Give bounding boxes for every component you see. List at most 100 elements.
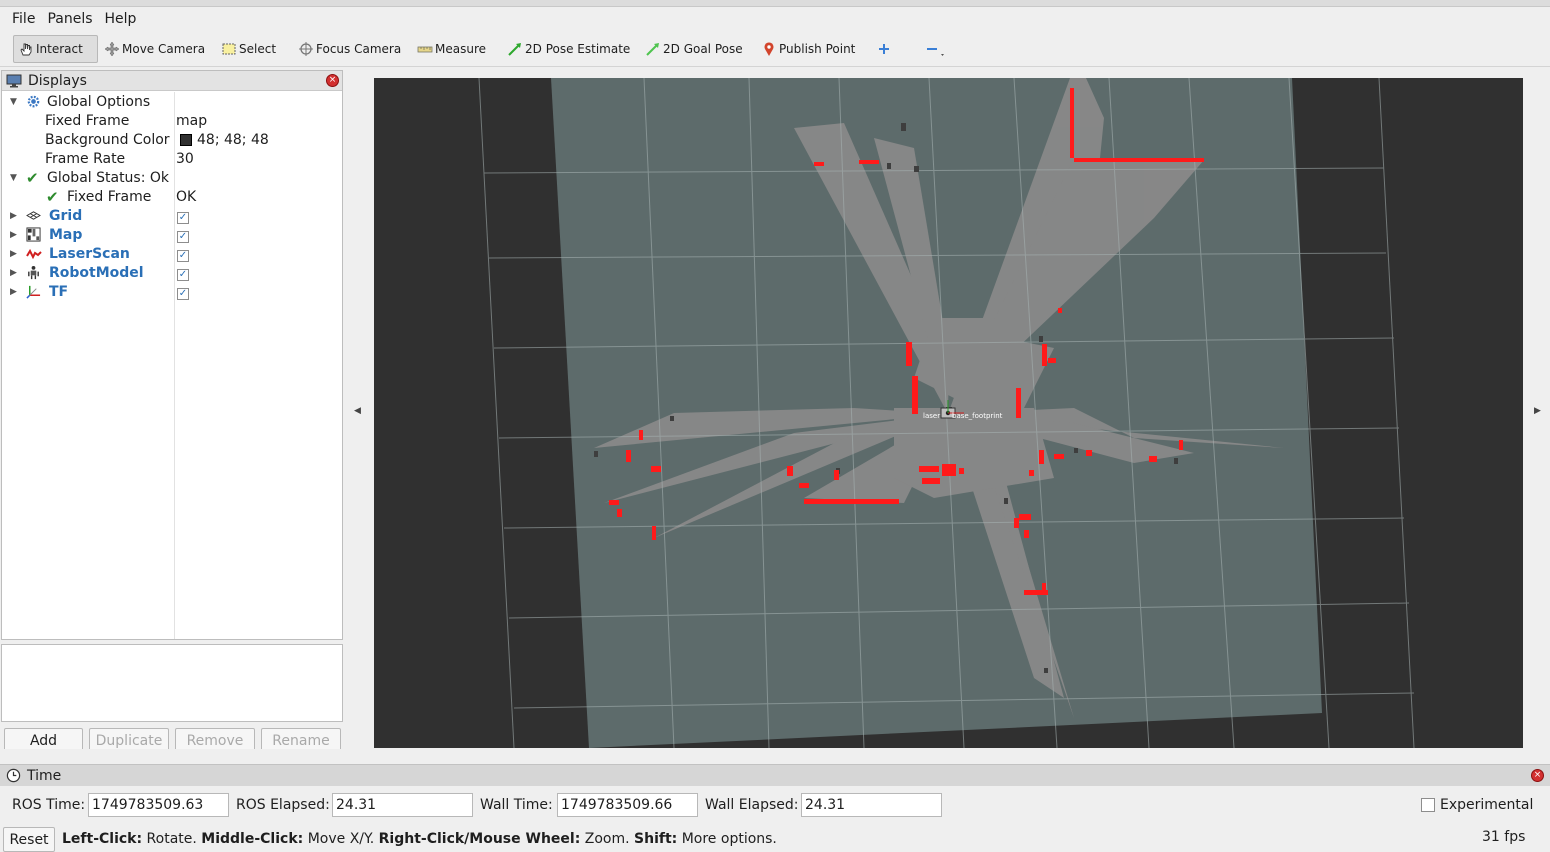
left-splitter[interactable]: ◀ (345, 70, 373, 760)
interact-tool-button[interactable]: Interact (13, 35, 98, 63)
menubar: File Panels Help (0, 7, 1550, 31)
move-camera-icon (104, 41, 120, 57)
select-label: Select (239, 42, 277, 56)
laserscan-label: LaserScan (49, 245, 130, 262)
collapse-arrow-icon[interactable]: ▶ (10, 268, 17, 278)
global-options-label: Global Options (47, 93, 151, 110)
grid-icon (26, 209, 41, 226)
display-item-map[interactable]: ▶ Map ✓ (2, 225, 342, 244)
menu-panels[interactable]: Panels (41, 11, 98, 27)
displays-panel: Displays × ▼ Global Options Fixed Frame … (1, 70, 343, 640)
tree-row-background-color[interactable]: Background Color 48; 48; 48 (2, 130, 342, 149)
display-item-laserscan[interactable]: ▶ LaserScan ✓ (2, 244, 342, 263)
green-arrow-icon (645, 41, 661, 57)
menu-file[interactable]: File (6, 11, 41, 27)
mouse-hint-text: Left-Click: Rotate. Middle-Click: Move X… (62, 831, 777, 847)
3d-viewport[interactable]: laser base_footprint (374, 78, 1523, 748)
select-tool-button[interactable]: Select (217, 35, 280, 63)
pose-estimate-label: 2D Pose Estimate (525, 42, 631, 56)
grid-label: Grid (49, 207, 83, 224)
status-fixed-frame-label: Fixed Frame (67, 188, 152, 205)
hint-right-click-text: Zoom. (580, 831, 635, 847)
laserscan-icon (26, 247, 42, 264)
display-item-tf[interactable]: ▶ TF ✓ (2, 282, 342, 301)
laserscan-checkbox[interactable]: ✓ (177, 246, 189, 262)
move-camera-tool-button[interactable]: Move Camera (100, 35, 209, 63)
select-icon (221, 41, 237, 57)
hint-right-click: Right-Click/Mouse Wheel: (378, 831, 581, 847)
collapse-left-icon[interactable]: ◀ (354, 406, 361, 416)
tf-checkbox[interactable]: ✓ (177, 284, 189, 300)
monitor-icon (6, 74, 22, 88)
map-checkbox[interactable]: ✓ (177, 227, 189, 243)
measure-tool-button[interactable]: Measure (413, 35, 490, 63)
experimental-checkbox[interactable] (1421, 798, 1435, 812)
ros-time-field[interactable]: 1749783509.63 (88, 793, 229, 817)
collapse-arrow-icon[interactable]: ▶ (10, 287, 17, 297)
property-description-box (1, 644, 343, 722)
right-splitter[interactable]: ▶ (1525, 70, 1550, 760)
pose-estimate-tool-button[interactable]: 2D Pose Estimate (503, 35, 634, 63)
grid-checkbox[interactable]: ✓ (177, 208, 189, 224)
publish-point-tool-button[interactable]: Publish Point (757, 35, 859, 63)
status-fixed-frame-value: OK (176, 188, 197, 205)
tf-frame-label-laser: laser (923, 412, 940, 420)
background-color-value[interactable]: 48; 48; 48 (176, 132, 269, 148)
focus-camera-label: Focus Camera (316, 42, 402, 56)
map-canvas: laser base_footprint (478, 78, 1415, 748)
ros-elapsed-field[interactable]: 24.31 (332, 793, 473, 817)
robotmodel-label: RobotModel (49, 264, 144, 281)
tree-row-fixed-frame[interactable]: Fixed Frame map (2, 111, 342, 130)
measure-label: Measure (435, 42, 486, 56)
display-item-grid[interactable]: ▶ Grid ✓ (2, 206, 342, 225)
collapse-arrow-icon[interactable]: ▶ (10, 211, 17, 221)
wall-elapsed-field[interactable]: 24.31 (801, 793, 942, 817)
green-arrow-icon (507, 41, 523, 57)
robotmodel-checkbox[interactable]: ✓ (177, 265, 189, 281)
hint-left-click: Left-Click: (62, 831, 143, 847)
close-icon[interactable]: × (326, 74, 339, 87)
fixed-frame-value[interactable]: map (176, 113, 207, 129)
display-item-robotmodel[interactable]: ▶ RobotModel ✓ (2, 263, 342, 282)
ros-time-label: ROS Time: (12, 797, 86, 813)
displays-panel-header: Displays × (2, 71, 342, 91)
hand-icon (18, 41, 34, 57)
fps-counter: 31 fps (1482, 829, 1526, 845)
time-fields-row: ROS Time: 1749783509.63 ROS Elapsed: 24.… (0, 787, 1550, 823)
tf-axes-icon (26, 284, 41, 303)
publish-point-label: Publish Point (779, 42, 856, 56)
collapse-arrow-icon[interactable]: ▶ (10, 249, 17, 259)
time-title: Time (27, 767, 62, 784)
plus-icon (876, 41, 892, 57)
checkmark-icon: ✔ (46, 187, 59, 206)
tree-row-global-status[interactable]: ▼ ✔ Global Status: Ok (2, 168, 342, 187)
bottom-splitter[interactable] (0, 749, 1550, 763)
displays-title: Displays (28, 72, 87, 89)
toolbar: Interact Move Camera Select Focus Camera… (0, 31, 1550, 67)
goal-pose-tool-button[interactable]: 2D Goal Pose (641, 35, 747, 63)
wall-time-field[interactable]: 1749783509.66 (557, 793, 698, 817)
color-swatch (180, 133, 192, 146)
frame-rate-value[interactable]: 30 (176, 151, 194, 167)
collapse-right-icon[interactable]: ▶ (1534, 406, 1541, 416)
frame-rate-label: Frame Rate (45, 150, 126, 167)
remove-tool-button[interactable] (920, 35, 946, 63)
tree-row-global-options[interactable]: ▼ Global Options (2, 92, 342, 111)
focus-camera-icon (298, 41, 314, 57)
focus-camera-tool-button[interactable]: Focus Camera (294, 35, 405, 63)
reset-button[interactable]: Reset (3, 827, 55, 852)
expand-arrow-icon[interactable]: ▼ (10, 97, 17, 107)
expand-arrow-icon[interactable]: ▼ (10, 173, 17, 183)
close-icon[interactable]: × (1531, 769, 1544, 782)
hint-left-click-text: Rotate. (142, 831, 202, 847)
add-tool-button[interactable] (872, 35, 898, 63)
tf-frame-label-base-footprint: base_footprint (952, 412, 1003, 420)
tree-row-frame-rate[interactable]: Frame Rate 30 (2, 149, 342, 168)
window-top-strip (0, 0, 1550, 7)
menu-help[interactable]: Help (99, 11, 143, 27)
hint-shift: Shift: (634, 831, 678, 847)
map-pin-icon (761, 41, 777, 57)
tree-row-status-fixed-frame[interactable]: ✔ Fixed Frame OK (2, 187, 342, 206)
ruler-icon (417, 41, 433, 57)
collapse-arrow-icon[interactable]: ▶ (10, 230, 17, 240)
